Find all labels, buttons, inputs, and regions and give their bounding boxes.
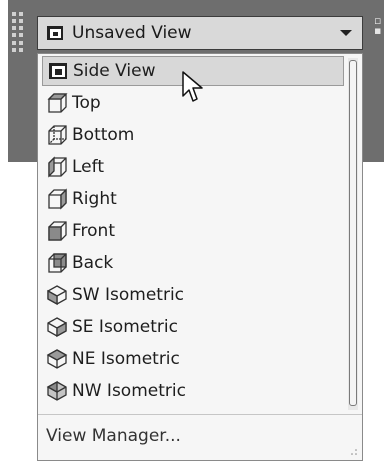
- view-combo-box[interactable]: Unsaved View: [37, 16, 363, 50]
- menu-item-back[interactable]: Back: [42, 248, 344, 278]
- menu-item-sw-isometric[interactable]: SW Isometric: [42, 280, 344, 310]
- view-manager-label: View Manager...: [46, 426, 181, 446]
- cube-left-icon: [48, 156, 67, 178]
- menu-divider: [38, 414, 362, 415]
- cube-front-icon: [48, 221, 67, 241]
- iso-ne-icon: [46, 349, 68, 369]
- view-icon: [47, 26, 63, 40]
- menu-item-ne-isometric[interactable]: NE Isometric: [42, 344, 344, 374]
- iso-nw-icon: [46, 380, 67, 401]
- drag-grip-handle[interactable]: [12, 12, 26, 52]
- menu-item-label: SW Isometric: [72, 285, 185, 305]
- menu-item-label: SE Isometric: [72, 317, 178, 337]
- menu-item-label: Back: [72, 253, 114, 273]
- menu-item-label: Left: [72, 157, 104, 177]
- mouse-cursor-icon: [182, 71, 203, 102]
- menu-item-right[interactable]: Right: [42, 184, 344, 214]
- menu-item-label: Bottom: [72, 125, 135, 145]
- menu-scrollbar[interactable]: [348, 58, 358, 410]
- menu-item-label: NW Isometric: [72, 381, 186, 401]
- cube-right-icon: [48, 188, 67, 210]
- menu-item-bottom[interactable]: Bottom: [42, 120, 344, 150]
- menu-item-front[interactable]: Front: [42, 216, 344, 246]
- menu-item-label: Top: [72, 93, 101, 113]
- menu-item-left[interactable]: Left: [42, 152, 344, 182]
- side-view-icon: [49, 63, 67, 79]
- menu-item-label: Side View: [73, 61, 156, 81]
- cube-back-icon: [48, 253, 67, 273]
- side-tool-icons[interactable]: ▫ ▪: [374, 15, 384, 46]
- menu-item-label: Right: [72, 189, 117, 209]
- menu-item-se-isometric[interactable]: SE Isometric: [42, 312, 344, 342]
- menu-item-label: NE Isometric: [72, 349, 180, 369]
- cube-top-icon: [47, 93, 68, 113]
- menu-item-label: Front: [72, 221, 115, 241]
- iso-sw-icon: [47, 285, 67, 306]
- iso-se-icon: [47, 317, 67, 338]
- cube-bottom-icon: [48, 125, 67, 145]
- resize-grip-icon[interactable]: [350, 448, 358, 456]
- dropdown-arrow-icon[interactable]: [340, 30, 352, 36]
- menu-item-nw-isometric[interactable]: NW Isometric: [42, 376, 344, 406]
- scrollbar-thumb[interactable]: [349, 60, 357, 406]
- combo-selected-label: Unsaved View: [72, 23, 192, 43]
- view-manager-item[interactable]: View Manager...: [46, 418, 181, 454]
- view-dropdown-menu: Side View Top Bottom Left Right Front Ba…: [37, 53, 363, 461]
